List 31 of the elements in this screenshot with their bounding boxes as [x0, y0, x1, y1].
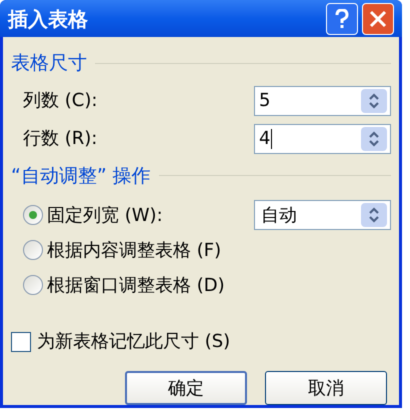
- dialog-button[interactable]: 取消: [265, 371, 387, 405]
- radio-button[interactable]: [23, 205, 43, 225]
- field-label: 列数 (C):: [23, 89, 98, 113]
- radio-button[interactable]: [23, 275, 43, 295]
- radio-label: 固定列宽 (W):: [47, 204, 163, 228]
- help-button[interactable]: [326, 2, 358, 34]
- radio-label: 根据内容调整表格 (F): [47, 238, 222, 262]
- checkbox[interactable]: [11, 332, 31, 352]
- dropdown-value: 自动: [261, 204, 298, 228]
- field-value: 5: [259, 89, 270, 113]
- number-field[interactable]: 5: [254, 86, 391, 116]
- radio-button[interactable]: [23, 240, 43, 260]
- radio-label: 根据窗口调整表格 (D): [47, 274, 225, 298]
- question-mark-icon: [335, 8, 349, 28]
- field-value: 4: [259, 127, 270, 151]
- spin-buttons[interactable]: [361, 203, 387, 227]
- close-icon: [369, 10, 387, 28]
- up-down-arrows-icon: [368, 207, 380, 223]
- window-title: 插入表格: [8, 6, 89, 32]
- field-label: 行数 (R):: [23, 127, 98, 151]
- close-button[interactable]: [362, 2, 394, 34]
- up-down-arrows-icon: [368, 92, 380, 108]
- group-title: “自动调整” 操作: [11, 164, 151, 188]
- checkbox-label: 为新表格记忆此尺寸 (S): [37, 330, 230, 354]
- group-title: 表格尺寸: [11, 51, 87, 76]
- up-down-arrows-icon: [368, 130, 380, 146]
- dropdown-field[interactable]: 自动: [254, 200, 391, 230]
- spin-buttons[interactable]: [361, 126, 387, 150]
- spin-buttons[interactable]: [361, 88, 387, 112]
- dialog-button[interactable]: 确定: [125, 371, 247, 405]
- number-field[interactable]: 4: [254, 124, 391, 154]
